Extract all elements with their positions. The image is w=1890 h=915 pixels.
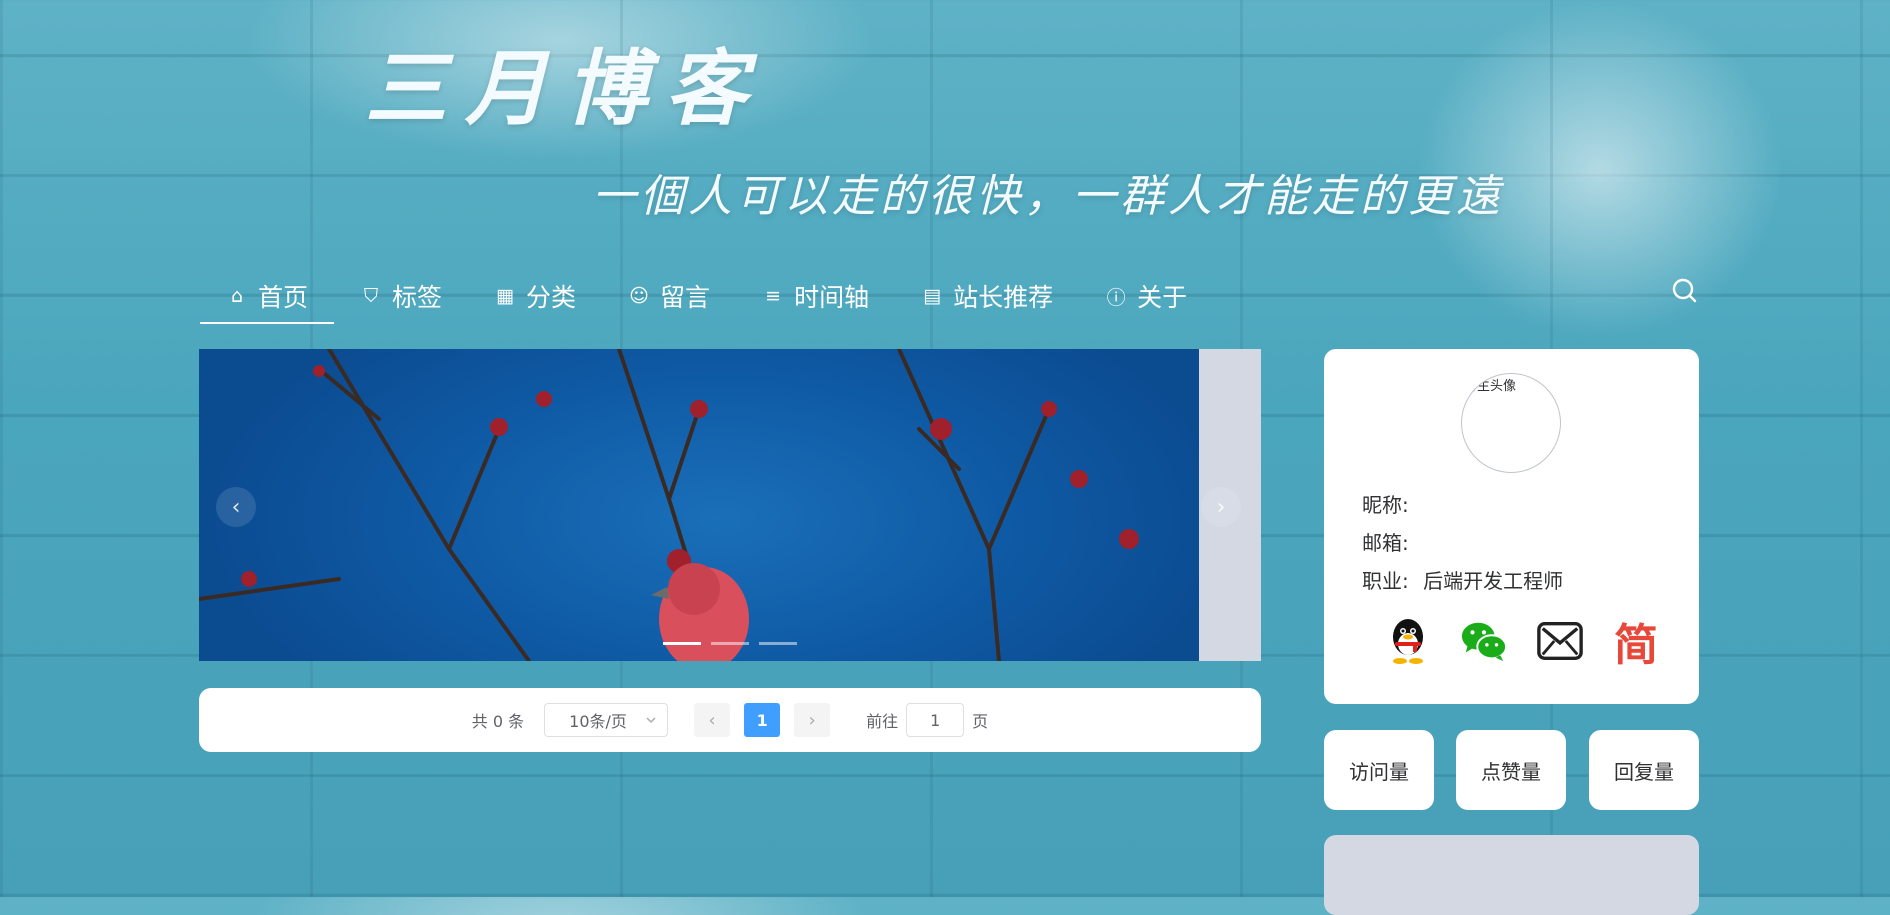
nav-item-label: 标签: [392, 283, 443, 312]
job-label: 职业:: [1362, 569, 1409, 593]
search-icon[interactable]: [1671, 277, 1697, 303]
profile-card: 博主头像 昵称: 邮箱: 职业: 后端开发工程师 简: [1324, 349, 1699, 704]
carousel-indicator[interactable]: [663, 642, 701, 645]
carousel-indicators: [663, 642, 797, 645]
goto-prefix: 前往: [866, 712, 899, 731]
nav-item-categories[interactable]: ▦ 分类: [468, 270, 602, 322]
mail-icon[interactable]: [1536, 617, 1584, 665]
nav-item-label: 首页: [258, 283, 309, 312]
page-number-button[interactable]: 1: [744, 703, 781, 737]
carousel-next-button[interactable]: ›: [1201, 487, 1241, 527]
avatar: 博主头像: [1461, 373, 1561, 473]
prev-page-button[interactable]: ‹: [694, 703, 731, 737]
carousel-prev-button[interactable]: ‹: [216, 487, 256, 527]
nav-item-label: 分类: [526, 283, 577, 312]
pagination: 共 0 条 10条/页 ‹ 1 › 前往 页: [199, 688, 1261, 752]
avatar-alt-text: 博主头像: [1464, 379, 1517, 394]
job-value: 后端开发工程师: [1423, 569, 1564, 593]
bookmark-icon: ⛉: [363, 285, 379, 307]
sidebar-widget: [1324, 835, 1699, 915]
jianshu-icon[interactable]: 简: [1612, 617, 1660, 671]
carousel-indicator[interactable]: [759, 642, 797, 645]
goto-page-input[interactable]: [906, 703, 965, 737]
info-icon: ⓘ: [1106, 286, 1126, 309]
social-links: 简: [1384, 617, 1660, 671]
nav-item-label: 站长推荐: [953, 283, 1054, 312]
goto-page: 前往 页: [866, 703, 988, 737]
total-count: 共 0 条: [471, 712, 525, 731]
wechat-icon[interactable]: [1460, 617, 1508, 665]
carousel-slide[interactable]: [199, 349, 1199, 661]
nav-item-timeline[interactable]: ≡ 时间轴: [736, 270, 895, 322]
stat-replies: 回复量: [1589, 730, 1699, 810]
grid-icon: ▦: [496, 285, 514, 307]
nickname-row: 昵称:: [1362, 489, 1409, 518]
image-carousel: ‹ ›: [199, 349, 1261, 661]
chevron-down-icon: [646, 717, 656, 724]
page-size-value: 10条/页: [569, 712, 627, 731]
site-motto: 一個人可以走的很快，一群人才能走的更遠: [592, 171, 1504, 222]
home-icon: ⌂: [230, 285, 244, 307]
next-page-button[interactable]: ›: [794, 703, 831, 737]
document-icon: ▤: [923, 285, 942, 307]
page-size-select[interactable]: 10条/页: [544, 703, 669, 737]
list-icon: ≡: [765, 285, 782, 307]
nav-item-messages[interactable]: ☺ 留言: [602, 270, 736, 322]
nav-item-tags[interactable]: ⛉ 标签: [334, 270, 468, 322]
nav-item-label: 时间轴: [794, 283, 870, 312]
email-label: 邮箱:: [1362, 531, 1409, 555]
job-row: 职业: 后端开发工程师: [1362, 565, 1563, 594]
nav-item-recommend[interactable]: ▤ 站长推荐: [895, 270, 1079, 322]
goto-suffix: 页: [972, 712, 989, 731]
carousel-indicator[interactable]: [711, 642, 749, 645]
nav-item-label: 留言: [660, 283, 711, 312]
main-nav: ⌂ 首页 ⛉ 标签 ▦ 分类 ☺ 留言 ≡ 时间轴 ▤ 站长推荐 ⓘ 关于: [200, 270, 1213, 326]
chat-icon: ☺: [629, 285, 649, 307]
email-row: 邮箱:: [1362, 527, 1409, 556]
nav-item-label: 关于: [1137, 283, 1188, 312]
nickname-label: 昵称:: [1362, 493, 1409, 517]
nav-item-home[interactable]: ⌂ 首页: [200, 270, 335, 324]
nav-item-about[interactable]: ⓘ 关于: [1079, 270, 1213, 322]
stat-visits: 访问量: [1324, 730, 1434, 810]
site-title: 三月博客: [365, 41, 765, 137]
qq-icon[interactable]: [1384, 617, 1432, 665]
stat-likes: 点赞量: [1456, 730, 1566, 810]
bird-branches-image: [199, 349, 1139, 661]
